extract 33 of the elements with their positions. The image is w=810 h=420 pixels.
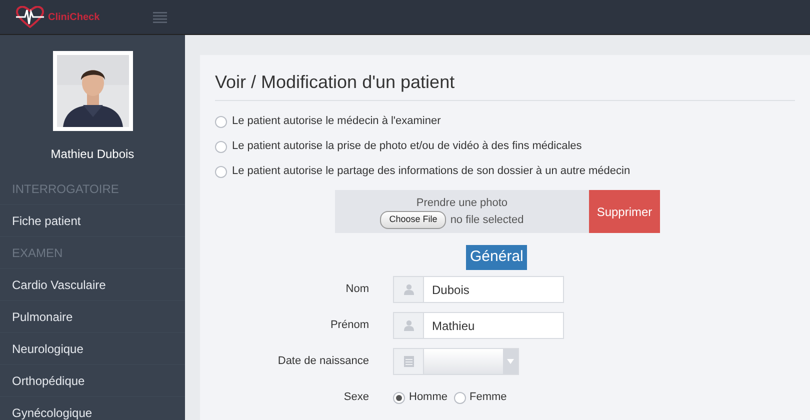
page-title: Voir / Modification d'un patient — [215, 69, 795, 101]
choose-file-button[interactable]: Choose File — [380, 211, 446, 228]
file-status: no file selected — [450, 212, 524, 228]
radio-button[interactable] — [215, 116, 227, 128]
delete-button[interactable]: Supprimer — [589, 190, 660, 233]
radio-button[interactable] — [215, 140, 227, 152]
sidebar-item[interactable]: Neurologique — [0, 333, 185, 365]
section-heading: Général — [466, 245, 528, 270]
logo-text: CliniCheck — [48, 10, 100, 24]
field-label: Nom — [344, 282, 370, 298]
sidebar-item[interactable]: Fiche patient — [0, 205, 185, 237]
consent-label: Le patient autorise le médecin à l'examiner — [232, 114, 441, 130]
field-label: Prénom — [329, 318, 370, 334]
upload-label: Prendre une photo — [416, 196, 508, 210]
consent-label: Le patient autorise la prise de photo et/ou de vidéo à des fins médicales — [232, 139, 582, 154]
consent-label: Le patient autorise le partage des informations de son dossier à un autre médecin — [232, 164, 630, 180]
option-label: Femme — [470, 390, 507, 406]
date-select[interactable] — [393, 348, 519, 375]
radio-button[interactable] — [393, 392, 405, 404]
menu-icon[interactable] — [153, 12, 167, 22]
caret-icon — [507, 359, 514, 364]
heartbeat-logo-icon — [16, 6, 44, 28]
radio-button[interactable] — [215, 166, 227, 178]
sidebar-item[interactable]: Cardio Vasculaire — [0, 269, 185, 301]
calendar-icon — [404, 356, 414, 367]
patient-name: Mathieu Dubois — [50, 146, 134, 163]
sidebar-item[interactable]: Orthopédique — [0, 365, 185, 397]
radio-button[interactable] — [454, 392, 466, 404]
field-label: Date de naissance — [276, 354, 370, 370]
sidebar-item[interactable]: Gynécologique — [0, 397, 185, 420]
option-label: Homme — [409, 390, 448, 406]
field-label: Sexe — [342, 390, 370, 406]
sidebar-item[interactable]: Pulmonaire — [0, 301, 185, 333]
